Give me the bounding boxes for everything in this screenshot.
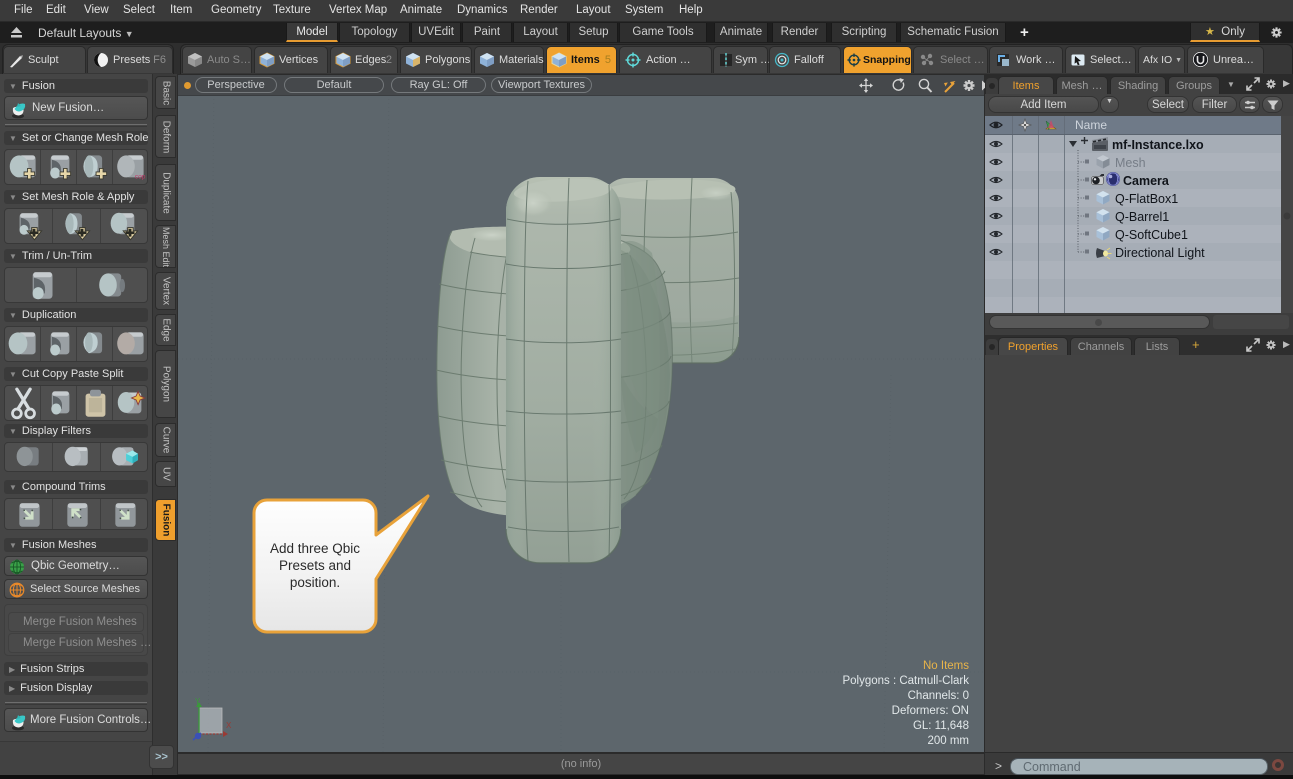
svg-text:GL: 11,648: GL: 11,648 (913, 720, 969, 732)
svg-text:Polygons : Catmull-Clark: Polygons : Catmull-Clark (842, 675, 969, 687)
svg-text:No Items: No Items (923, 660, 969, 672)
svg-text:Camera: Camera (1123, 174, 1170, 188)
svg-text:position.: position. (290, 575, 340, 590)
svg-text:Channels: 0: Channels: 0 (908, 690, 969, 702)
svg-text:Y: Y (195, 697, 201, 706)
svg-text:200 mm: 200 mm (927, 735, 969, 747)
svg-text:Q-Barrel1: Q-Barrel1 (1115, 210, 1169, 224)
svg-text:Name: Name (1075, 118, 1107, 132)
svg-text:cop: cop (135, 174, 146, 181)
svg-text:Presets and: Presets and (279, 558, 351, 573)
svg-text:mf-Instance.lxo: mf-Instance.lxo (1112, 138, 1204, 152)
svg-text:Add three Qbic: Add three Qbic (270, 541, 360, 556)
svg-text:Deformers: ON: Deformers: ON (892, 705, 969, 717)
svg-text:Directional Light: Directional Light (1115, 246, 1205, 260)
svg-text:X: X (226, 721, 232, 730)
svg-text:Mesh: Mesh (1115, 156, 1146, 170)
svg-text:Q-FlatBox1: Q-FlatBox1 (1115, 192, 1178, 206)
svg-text:Q-SoftCube1: Q-SoftCube1 (1115, 228, 1188, 242)
